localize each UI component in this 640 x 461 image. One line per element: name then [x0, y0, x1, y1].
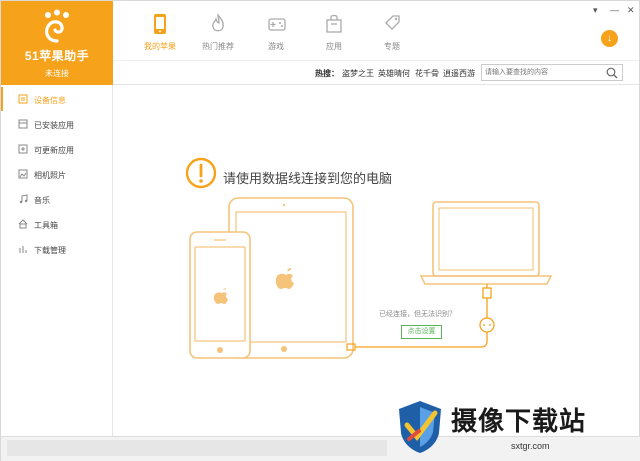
- devices-illustration: [189, 197, 553, 359]
- nav-label: 游戏: [268, 42, 284, 51]
- nav-games[interactable]: 游戏: [248, 1, 304, 61]
- menu-dropdown-button[interactable]: ▾: [593, 5, 598, 16]
- sidebar-item-label: 可更新应用: [34, 146, 74, 155]
- sidebar: 设备信息 已安装应用 可更新应用 相机照片 音乐 工具箱 下载管理: [1, 85, 113, 436]
- minimize-button[interactable]: —: [610, 5, 619, 15]
- phone-icon: [154, 14, 166, 34]
- toolbox-icon: [18, 219, 28, 229]
- sidebar-item-device-info[interactable]: 设备信息: [1, 87, 112, 111]
- gamepad-icon: [268, 18, 286, 31]
- sidebar-item-label: 音乐: [34, 196, 50, 205]
- search-input[interactable]: [485, 66, 595, 79]
- nav-my-apple[interactable]: 我的苹果: [132, 1, 188, 61]
- connection-status: 未连接: [45, 69, 69, 78]
- flame-icon: [212, 13, 224, 32]
- sidebar-item-label: 已安装应用: [34, 121, 74, 130]
- shield-logo-icon: [399, 401, 441, 453]
- download-badge-icon[interactable]: ↓: [601, 30, 618, 47]
- search-bar: 热搜： 盗梦之王 英雄晴何 花千骨 逍遥西游: [113, 61, 639, 85]
- watermark: 摄像下载站 sxtgr.com: [393, 399, 633, 459]
- app-window: 51苹果助手 未连接 我的苹果 热门推荐 游戏 应用 专题 ▾ — ✕ ↓ 热搜…: [0, 0, 640, 461]
- sidebar-item-music[interactable]: 音乐: [1, 187, 112, 211]
- nav-label: 专题: [384, 42, 400, 51]
- sidebar-item-updates[interactable]: 可更新应用: [1, 137, 112, 161]
- laptop-icon: [419, 201, 553, 285]
- hot-term-link[interactable]: 逍遥西游: [443, 68, 475, 79]
- sidebar-item-label: 下载管理: [34, 246, 66, 255]
- watermark-text: 摄像下载站: [451, 406, 587, 436]
- tag-icon: [385, 15, 400, 30]
- photo-icon: [18, 169, 28, 179]
- installed-icon: [18, 119, 28, 129]
- sidebar-item-downloads[interactable]: 下载管理: [1, 237, 112, 261]
- download-icon: [19, 246, 27, 253]
- hot-term-link[interactable]: 花千骨: [415, 68, 439, 79]
- update-icon: [18, 144, 28, 154]
- horizontal-scrollbar[interactable]: [7, 440, 387, 456]
- bag-icon: [326, 14, 342, 33]
- hot-term-link[interactable]: 盗梦之王: [342, 68, 374, 79]
- info-icon: [18, 94, 28, 104]
- nav-hot[interactable]: 热门推荐: [190, 1, 246, 61]
- setup-button[interactable]: 点击设置: [401, 325, 442, 339]
- sidebar-item-label: 设备信息: [34, 96, 66, 105]
- logo-icon: [45, 9, 69, 43]
- hot-term-link[interactable]: 英雄晴何: [378, 68, 410, 79]
- nav-label: 我的苹果: [144, 42, 176, 51]
- sidebar-item-label: 相机照片: [34, 171, 66, 180]
- nav-apps[interactable]: 应用: [306, 1, 362, 61]
- watermark-url: sxtgr.com: [511, 441, 550, 451]
- sidebar-item-photos[interactable]: 相机照片: [1, 162, 112, 186]
- iphone-icon: [189, 231, 251, 359]
- main-content: 请使用数据线连接到您的电脑 已经连接，但无法识别？ 点击设置: [113, 85, 640, 436]
- top-nav: 我的苹果 热门推荐 游戏 应用 专题 ▾ — ✕ ↓: [113, 1, 639, 61]
- nav-label: 应用: [326, 42, 342, 51]
- connection-hint: 已经连接，但无法识别？: [379, 311, 456, 318]
- sidebar-item-label: 工具箱: [34, 221, 58, 230]
- nav-label: 热门推荐: [202, 42, 234, 51]
- nav-topics[interactable]: 专题: [364, 1, 420, 61]
- sidebar-item-toolbox[interactable]: 工具箱: [1, 212, 112, 236]
- hot-label: 热搜：: [315, 69, 339, 78]
- music-icon: [19, 194, 28, 204]
- close-button[interactable]: ✕: [627, 5, 635, 16]
- search-box: [481, 64, 623, 81]
- sidebar-item-installed[interactable]: 已安装应用: [1, 112, 112, 136]
- app-title: 51苹果助手: [24, 49, 90, 63]
- app-logo-panel: 51苹果助手 未连接: [1, 1, 113, 85]
- search-icon[interactable]: [606, 67, 618, 79]
